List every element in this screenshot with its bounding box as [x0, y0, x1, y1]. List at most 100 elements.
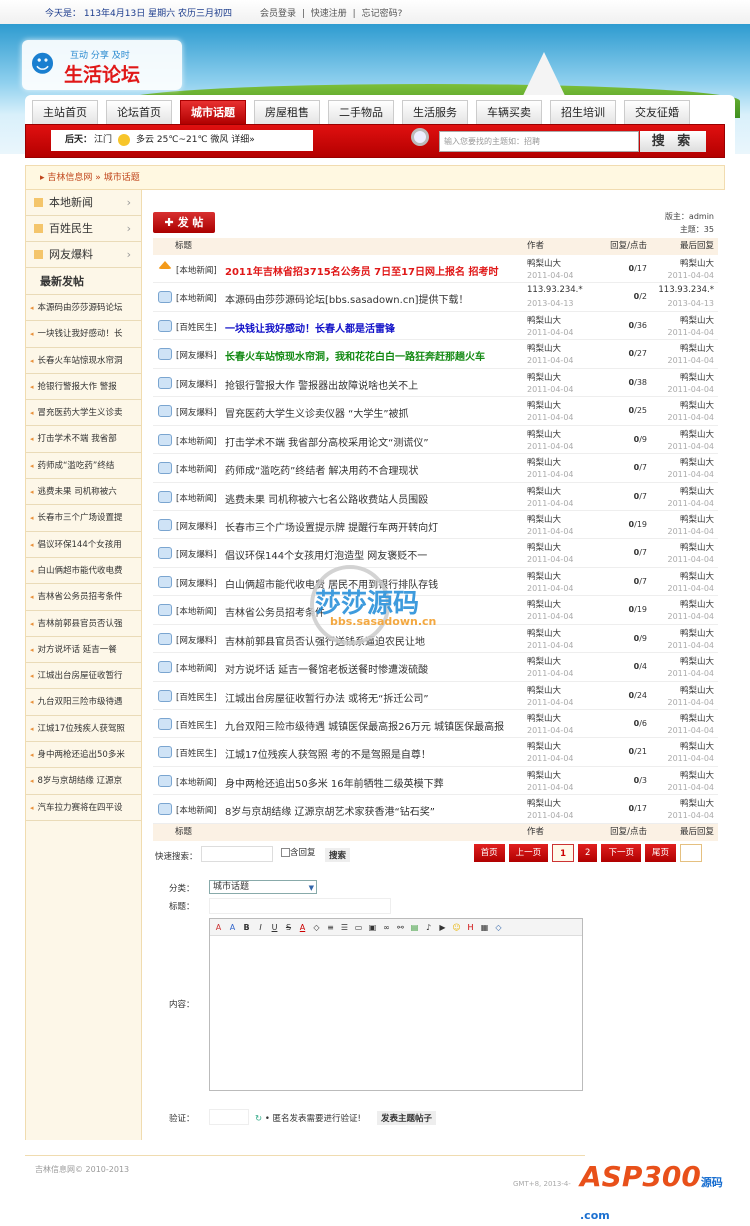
smiley-icon[interactable]: ☺ [452, 923, 461, 932]
topic-category[interactable]: [百姓民生] [176, 747, 217, 759]
topic-author[interactable]: 113.93.234.* [527, 285, 583, 295]
font-color-icon[interactable]: A [298, 923, 307, 932]
page-jump-input[interactable] [680, 844, 702, 862]
topic-category[interactable]: [网友爆料] [176, 406, 217, 418]
topic-author[interactable]: 鸭梨山大 [527, 371, 561, 383]
topic-title[interactable]: 药师成“滥吃药”终结者 解决用药不合理现状 [225, 462, 419, 477]
topic-author[interactable]: 鸭梨山大 [527, 684, 561, 696]
nav-tab[interactable]: 生活服务 [402, 100, 468, 124]
topic-title[interactable]: 九台双阳三险市级待遇 城镇医保最高报26万元 城镇医保最高报 [225, 718, 504, 733]
topic-title[interactable]: 打击学术不端 我省部分高校采用论文“测谎仪” [225, 434, 429, 449]
checkbox-icon[interactable] [281, 848, 290, 857]
latest-post-link[interactable]: ◂ 打击学术不端 我省部 [26, 426, 141, 453]
media-icon[interactable]: ▶ [438, 923, 447, 932]
latest-post-link[interactable]: ◂ 江城17位残疾人获驾照 [26, 716, 141, 743]
latest-post-link[interactable]: ◂ 抢银行警报大作 警报 [26, 374, 141, 401]
weather-info[interactable]: 多云 25℃~21℃ 微风 详细» [136, 135, 255, 145]
refresh-icon[interactable]: ↻ [255, 1114, 262, 1124]
flash-icon[interactable]: ♪ [424, 923, 433, 932]
topic-author[interactable]: 鸭梨山大 [527, 428, 561, 440]
topic-category[interactable]: [本地新闻] [176, 264, 217, 276]
topic-category[interactable]: [本地新闻] [176, 662, 217, 674]
last-reply-author[interactable]: 鸭梨山大 [680, 684, 714, 696]
topic-author[interactable]: 鸭梨山大 [527, 627, 561, 639]
last-reply-author[interactable]: 鸭梨山大 [680, 485, 714, 497]
topic-title[interactable]: 身中两枪还追出50多米 16年前牺牲二级英模下葬 [225, 775, 444, 790]
topic-category[interactable]: [本地新闻] [176, 292, 217, 304]
list-icon[interactable]: ☰ [340, 923, 349, 932]
source-icon[interactable]: ◇ [494, 923, 503, 932]
topic-author[interactable]: 鸭梨山大 [527, 740, 561, 752]
last-reply-author[interactable]: 鸭梨山大 [680, 257, 714, 269]
topic-category[interactable]: [网友爆料] [176, 577, 217, 589]
last-reply-author[interactable]: 鸭梨山大 [680, 570, 714, 582]
last-reply-author[interactable]: 鸭梨山大 [680, 797, 714, 809]
login-link[interactable]: 会员登录 [260, 9, 296, 19]
title-input[interactable] [209, 898, 391, 914]
first-page-button[interactable]: 首页 [473, 844, 505, 862]
register-link[interactable]: 快速注册 [311, 9, 347, 19]
last-reply-author[interactable]: 鸭梨山大 [680, 428, 714, 440]
content-editor[interactable]: A A B I U S A ◇ ≡ ☰ ▭ ▣ ∞ ⚯ ▤ ♪ ▶ ☺ H ▦ … [209, 918, 583, 1091]
latest-post-link[interactable]: ◂ 江城出台房屋征收暂行 [26, 663, 141, 690]
last-reply-author[interactable]: 鸭梨山大 [680, 769, 714, 781]
last-reply-author[interactable]: 鸭梨山大 [680, 314, 714, 326]
breadcrumb-home[interactable]: 吉林信息网 [47, 173, 92, 183]
last-reply-author[interactable]: 鸭梨山大 [680, 399, 714, 411]
topic-title[interactable]: 江城17位残疾人获驾照 考的不是驾照是自尊！ [225, 746, 431, 761]
align-icon[interactable]: ≡ [326, 923, 335, 932]
nav-tab[interactable]: 论坛首页 [106, 100, 172, 124]
nav-tab[interactable]: 交友征婚 [624, 100, 690, 124]
forgot-password-link[interactable]: 忘记密码? [362, 9, 403, 19]
latest-post-link[interactable]: ◂ 长春火车站惊现水帘洞 [26, 348, 141, 374]
topic-category[interactable]: [本地新闻] [176, 435, 217, 447]
topic-title[interactable]: 8岁与京胡结缘 辽源京胡艺术家获香港“钻石奖” [225, 803, 435, 818]
topic-author[interactable]: 鸭梨山大 [527, 342, 561, 354]
font-size-icon[interactable]: A [228, 923, 237, 932]
latest-post-link[interactable]: ◂ 吉林省公务员招考条件 [26, 584, 141, 611]
template-icon[interactable]: ▦ [480, 923, 489, 932]
last-reply-author[interactable]: 鸭梨山大 [680, 513, 714, 525]
site-logo[interactable]: ☻ 互动 分享 及时 生活论坛 [22, 40, 182, 90]
table-icon[interactable]: ▭ [354, 923, 363, 932]
latest-post-link[interactable]: ◂ 一块钱让我好感动！长 [26, 321, 141, 348]
nav-tab[interactable]: 城市话题 [180, 100, 246, 124]
topic-category[interactable]: [百姓民生] [176, 321, 217, 333]
topic-category[interactable]: [百姓民生] [176, 719, 217, 731]
latest-post-link[interactable]: ◂ 身中两枪还追出50多米 [26, 742, 141, 769]
topic-title[interactable]: 长春市三个广场设置提示牌 提醒行车两开转向灯 [225, 519, 438, 534]
topic-category[interactable]: [百姓民生] [176, 691, 217, 703]
latest-post-link[interactable]: ◂ 冒充医药大学生义诊卖 [26, 400, 141, 427]
quick-search-input[interactable] [201, 846, 273, 862]
last-reply-author[interactable]: 113.93.234.* [658, 285, 714, 295]
submit-topic-button[interactable]: 发表主题帖子 [377, 1111, 437, 1125]
topic-author[interactable]: 鸭梨山大 [527, 769, 561, 781]
last-reply-author[interactable]: 鸭梨山大 [680, 342, 714, 354]
topic-title[interactable]: 本源码由莎莎源码论坛[bbs.sasadown.cn]提供下载！ [225, 291, 469, 306]
topic-author[interactable]: 鸭梨山大 [527, 513, 561, 525]
topic-title[interactable]: 一块钱让我好感动！长春人都是活雷锋 [225, 320, 395, 335]
include-replies-checkbox[interactable]: 含回复 [281, 846, 316, 858]
font-icon[interactable]: A [214, 923, 223, 932]
topic-author[interactable]: 鸭梨山大 [527, 485, 561, 497]
link-icon[interactable]: ∞ [382, 923, 391, 932]
last-reply-author[interactable]: 鸭梨山大 [680, 598, 714, 610]
topic-category[interactable]: [网友爆料] [176, 378, 217, 390]
topic-author[interactable]: 鸭梨山大 [527, 655, 561, 667]
latest-post-link[interactable]: ◂ 8岁与京胡结缘 辽源京 [26, 768, 141, 795]
latest-post-link[interactable]: ◂ 逃费未果 司机称被六 [26, 479, 141, 506]
last-reply-author[interactable]: 鸭梨山大 [680, 655, 714, 667]
topic-category[interactable]: [网友爆料] [176, 634, 217, 646]
topic-category[interactable]: [本地新闻] [176, 804, 217, 816]
sidebar-category[interactable]: 网友爆料 › [26, 242, 141, 268]
bold-icon[interactable]: B [242, 923, 251, 932]
topic-category[interactable]: [本地新闻] [176, 492, 217, 504]
picture-icon[interactable]: ▤ [410, 923, 419, 932]
topic-author[interactable]: 鸭梨山大 [527, 712, 561, 724]
topic-title[interactable]: 长春火车站惊现水帘洞，我和花花白白一路狂奔赶那趟火车 [225, 348, 485, 363]
latest-post-link[interactable]: ◂ 汽车拉力赛将在四平设 [26, 795, 141, 821]
category-select[interactable]: 城市话题 ▼ [209, 880, 317, 894]
latest-post-link[interactable]: ◂ 药师成“滥吃药”终结 [26, 453, 141, 480]
prev-page-button[interactable]: 上一页 [508, 844, 549, 862]
latest-post-link[interactable]: ◂ 对方说坏话 延吉一餐 [26, 637, 141, 664]
